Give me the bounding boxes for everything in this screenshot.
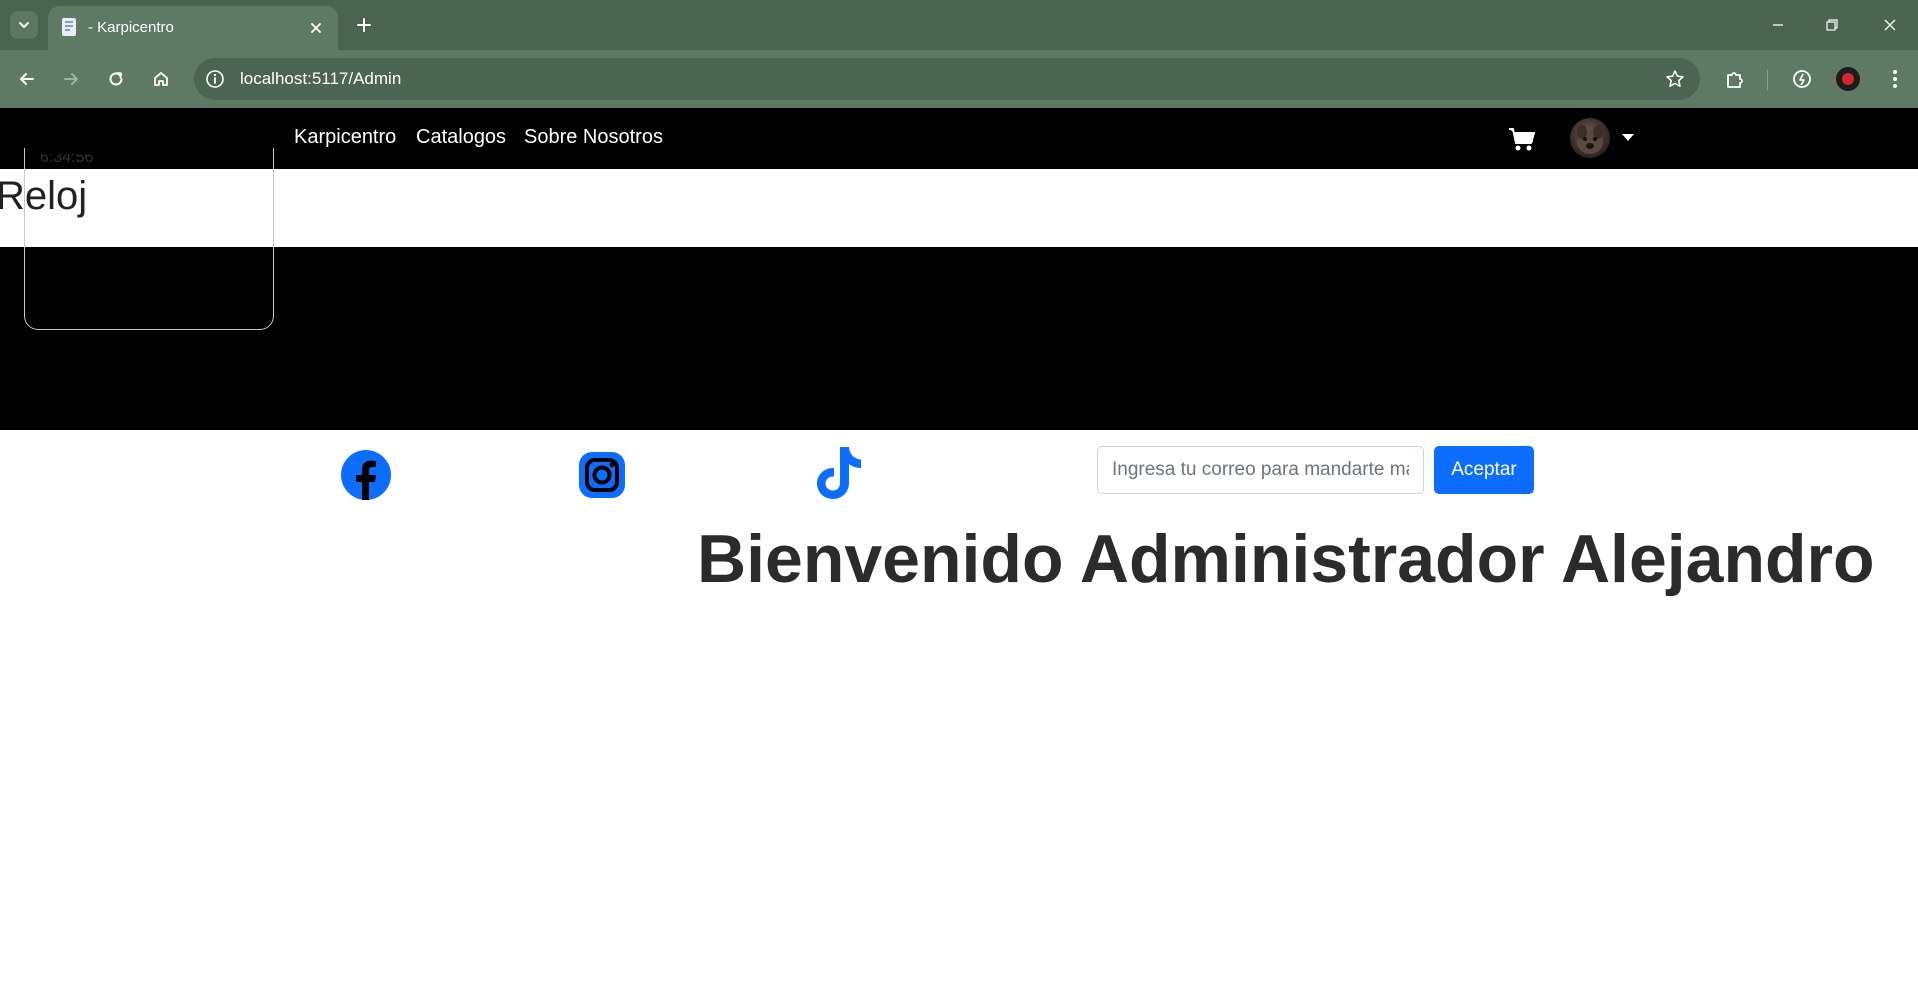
browser-toolbar: localhost:5117/Admin (0, 50, 1918, 108)
speedometer-icon (1793, 70, 1811, 88)
nav-link-sobre-nosotros[interactable]: Sobre Nosotros (524, 126, 663, 149)
facebook-icon[interactable] (340, 449, 392, 501)
performance-button[interactable] (1787, 64, 1817, 94)
user-avatar[interactable] (1570, 118, 1610, 158)
browser-profile-avatar[interactable] (1836, 67, 1860, 91)
info-icon (206, 70, 224, 88)
site-navbar: Karpicentro Catalogos Sobre Nosotros (0, 108, 1918, 169)
page-favicon-icon (62, 18, 76, 36)
forward-button[interactable] (56, 64, 86, 94)
email-subscribe-input[interactable] (1097, 446, 1424, 494)
tiktok-icon[interactable] (814, 445, 864, 501)
toolbar-separator (1767, 70, 1768, 90)
new-tab-button[interactable] (352, 13, 376, 37)
reload-icon (109, 72, 123, 86)
arrow-left-icon (20, 73, 34, 85)
close-icon (311, 23, 321, 33)
clock-title: Reloj (0, 174, 88, 218)
minimize-button[interactable] (1762, 10, 1794, 40)
tab-search-button[interactable] (10, 11, 38, 39)
nav-link-catalogos[interactable]: Catalogos (416, 126, 506, 149)
restore-button[interactable] (1816, 10, 1848, 40)
more-vertical-icon (1893, 70, 1897, 88)
page-content: Karpicentro Catalogos Sobre Nosotros Ing… (0, 108, 1918, 996)
site-info-button[interactable] (204, 68, 226, 90)
instagram-icon[interactable] (577, 450, 627, 500)
browser-tab[interactable]: - Karpicentro (48, 6, 338, 50)
chevron-down-icon (19, 22, 29, 28)
nav-link-karpicentro[interactable]: Karpicentro (294, 126, 396, 149)
accept-button[interactable]: Aceptar (1434, 446, 1534, 494)
back-button[interactable] (12, 64, 42, 94)
minimize-icon (1773, 24, 1783, 26)
social-subscribe-band: Aceptar (0, 247, 1918, 500)
user-menu-caret-icon[interactable] (1622, 134, 1634, 141)
browser-tabstrip: - Karpicentro (0, 0, 1918, 50)
restore-icon (1826, 19, 1838, 31)
close-icon (1884, 19, 1896, 31)
browser-menu-button[interactable] (1880, 64, 1910, 94)
reload-button[interactable] (101, 64, 131, 94)
clock-time: 6:34:56 (40, 154, 94, 164)
bookmark-button[interactable] (1664, 68, 1686, 90)
home-button[interactable] (146, 64, 176, 94)
star-icon (1666, 70, 1684, 87)
tab-close-button[interactable] (306, 18, 326, 38)
welcome-heading: Bienvenido Administrador Alejandro (697, 521, 1875, 597)
arrow-right-icon (64, 73, 78, 85)
close-window-button[interactable] (1874, 10, 1906, 40)
plus-icon (357, 18, 371, 32)
tab-title: - Karpicentro (88, 19, 174, 36)
cart-icon[interactable] (1508, 126, 1536, 152)
address-bar[interactable]: localhost:5117/Admin (194, 58, 1700, 100)
dog-avatar-icon (1577, 125, 1603, 154)
url-text[interactable]: localhost:5117/Admin (240, 69, 401, 89)
extensions-button[interactable] (1720, 64, 1750, 94)
puzzle-icon (1727, 72, 1743, 88)
home-icon (154, 72, 168, 86)
